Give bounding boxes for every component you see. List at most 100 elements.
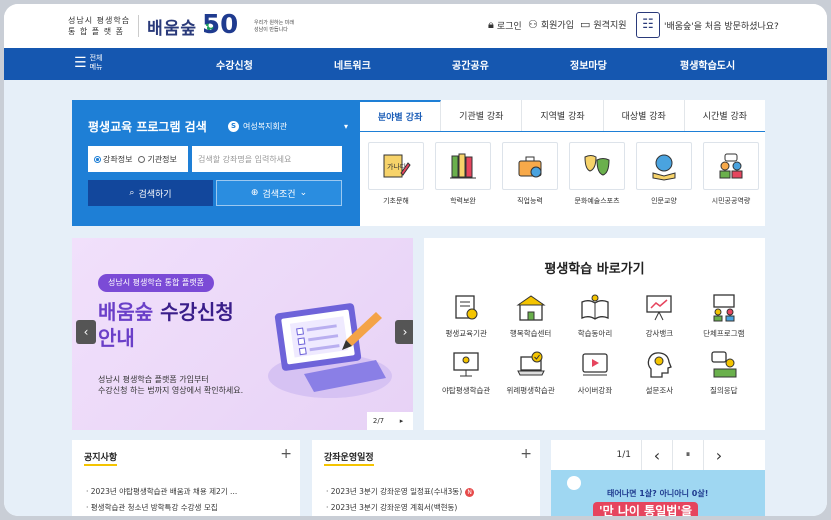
schedule-title[interactable]: 강좌운영일정	[324, 450, 374, 466]
first-visit-link[interactable]: ☷ '배움숲'을 처음 방문하셨나요?	[636, 12, 779, 38]
nav-item-course-apply[interactable]: 수강신청	[216, 57, 253, 72]
quick-link-label: 질의응답	[709, 386, 738, 395]
schedule-more-button[interactable]: +	[520, 446, 532, 462]
quick-link-label: 학습동아리	[577, 329, 613, 338]
group-lecture-icon	[713, 294, 735, 322]
signup-link[interactable]: ⚇ 회원가입	[528, 18, 574, 31]
quick-link-wirye-center[interactable]: 위례평생학습관	[498, 347, 562, 396]
radio-course-info[interactable]: 강좌정보	[94, 154, 132, 165]
quick-link-edu-institution[interactable]: 평생교육기관	[434, 290, 498, 339]
plus-icon: +	[520, 446, 532, 462]
promo-next-button[interactable]: ›	[703, 440, 734, 470]
schedule-board: 강좌운영일정 + 2023년 3분기 강좌운영 일정표(수내3동)N 2023년…	[312, 440, 540, 516]
category-basic-literacy[interactable]: 가나다 기초문해	[368, 142, 424, 206]
org-select[interactable]: S 여성복지회관 ▾	[228, 118, 348, 134]
nav-item-learning-city[interactable]: 평생학습도시	[680, 57, 735, 72]
promo-image[interactable]: 태어나면 1살? 아니아니 0살! '만 나이 통일법'을	[551, 470, 765, 516]
notice-title[interactable]: 공지사항	[84, 450, 118, 466]
category-panel: 분야별 강좌 기관별 강좌 지역별 강좌 대상별 강좌 시간별 강좌 가나다 기…	[360, 100, 765, 226]
banner-headline-a: 배움숲	[98, 300, 154, 324]
category-education-supplement[interactable]: 학력보완	[435, 142, 491, 206]
main-banner[interactable]: 성남시 평생학습 통합 플랫폼 배움숲 수강신청 안내 성남시 평생학습 플랫폼…	[72, 238, 413, 430]
quick-link-study-club[interactable]: 학습동아리	[563, 290, 627, 339]
people-chat-icon	[719, 153, 743, 179]
radio-org-label: 기관정보	[147, 154, 177, 164]
tab-by-time[interactable]: 시간별 강좌	[685, 100, 765, 131]
zoom-plus-icon: ⊕	[250, 188, 259, 198]
banner-pager-next[interactable]: ▸	[390, 412, 413, 430]
quick-link-survey[interactable]: 설문조사	[627, 347, 691, 396]
banner-prev-button[interactable]: ‹	[76, 320, 96, 344]
tab-by-field[interactable]: 분야별 강좌	[360, 100, 442, 131]
quick-link-qna[interactable]: 질의응답	[692, 347, 756, 396]
notice-more-button[interactable]: +	[280, 446, 292, 462]
category-humanities[interactable]: 인문교양	[636, 142, 692, 206]
radio-checked-icon	[94, 155, 101, 163]
category-tabs: 분야별 강좌 기관별 강좌 지역별 강좌 대상별 강좌 시간별 강좌	[360, 100, 765, 132]
radio-course-label: 강좌정보	[103, 154, 133, 164]
chevron-right-icon: ›	[402, 325, 408, 339]
category-civic-competency[interactable]: 시민공공역량	[703, 142, 759, 206]
monitor-icon: ▭	[580, 18, 591, 31]
search-input[interactable]	[192, 146, 342, 172]
search-button[interactable]: ⌕ 검색하기	[88, 180, 213, 206]
quick-link-group-program[interactable]: 단체프로그램	[692, 290, 756, 339]
banner-next-button[interactable]: ›	[395, 320, 413, 344]
quick-links-panel: 평생학습 바로가기 평생교육기관 행복학습센터 학습동아리 강사뱅크 단체프로그…	[424, 238, 765, 430]
category-culture-arts-sports[interactable]: 문화예술스포츠	[569, 142, 625, 206]
survey-head-icon	[648, 352, 673, 378]
remote-support-link[interactable]: ▭ 원격지원	[580, 18, 627, 31]
tab-by-target[interactable]: 대상별 강좌	[604, 100, 685, 131]
promo-prev-button[interactable]: ‹	[641, 440, 672, 470]
quick-link-yatap-center[interactable]: 야탑평생학습관	[434, 347, 498, 396]
category-label: 학력보완	[450, 197, 476, 205]
category-job-skill[interactable]: 직업능력	[502, 142, 558, 206]
category-label: 기초문해	[383, 197, 409, 205]
category-icon-box: 가나다	[368, 142, 424, 190]
quick-link-label: 설문조사	[645, 386, 674, 395]
quick-link-label: 야탑평생학습관	[442, 386, 491, 395]
main-content: 평생교육 프로그램 검색 S 여성복지회관 ▾ 강좌정보 기관정보 ⌕ 검색하기	[4, 80, 827, 516]
schedule-item[interactable]: 2023년 3분기 강좌운영 일정표(수내3동)N	[326, 484, 475, 500]
nav-item-network[interactable]: 네트워크	[334, 57, 371, 72]
notice-item[interactable]: 평생학습관 청소년 방학특강 수강생 모집	[86, 500, 237, 516]
promo-slider: 1/1 ‹ ⏸ › 태어나면 1살? 아니아니 0살! '만 나이 통일법'을	[551, 440, 765, 516]
signup-label: 회원가입	[540, 21, 574, 31]
site-logo[interactable]: 성남시 평생학습 통 합 플 랫 폼 배움숲 ✿	[68, 12, 217, 40]
category-icon-box	[569, 142, 625, 190]
notice-board: 공지사항 + 2023년 야탑평생학습관 배움과 채용 제2기 ... 평생학습…	[72, 440, 300, 516]
promo-text-1: 태어나면 1살? 아니아니 0살!	[607, 489, 709, 498]
schedule-item[interactable]: 2023년 3분기 강좌운영 계획서(백현동)	[326, 500, 474, 516]
nav-item-info[interactable]: 정보마당	[570, 57, 607, 72]
search-type-radios: 강좌정보 기관정보	[88, 146, 188, 172]
radio-unchecked-icon	[138, 155, 146, 163]
quick-link-happy-center[interactable]: 행복학습센터	[498, 290, 562, 339]
anniversary-caption-1: 우리가 원하는 미래	[254, 20, 294, 26]
quick-link-instructor-bank[interactable]: 강사뱅크	[627, 290, 691, 339]
laptop-check-icon	[516, 351, 545, 376]
nav-item-space-share[interactable]: 공간공유	[452, 57, 489, 72]
category-icon-box	[502, 142, 558, 190]
all-menu-button[interactable]: ☰ 전체 메뉴	[74, 54, 102, 72]
remote-label: 원격지원	[593, 21, 627, 31]
tab-by-org[interactable]: 기관별 강좌	[441, 100, 523, 131]
program-search-panel: 평생교육 프로그램 검색 S 여성복지회관 ▾ 강좌정보 기관정보 ⌕ 검색하기	[72, 100, 360, 226]
promo-pause-button[interactable]: ⏸	[672, 440, 703, 470]
category-grid: 가나다 기초문해 학력보완 직업능력 문화예술스포츠 인문교양 시민공공역량	[368, 142, 759, 206]
search-condition-label: 검색조건	[262, 189, 296, 200]
search-button-label: 검색하기	[138, 189, 172, 200]
radio-org-info[interactable]: 기관정보	[138, 154, 177, 165]
quick-link-cyber-course[interactable]: 사이버강좌	[563, 347, 627, 396]
category-icon-box	[435, 142, 491, 190]
books-icon	[450, 153, 476, 179]
banner-pill: 성남시 평생학습 통합 플랫폼	[98, 274, 214, 292]
tab-by-region[interactable]: 지역별 강좌	[522, 100, 604, 131]
briefcase-icon	[518, 156, 542, 178]
search-condition-button[interactable]: ⊕ 검색조건 ⌄	[216, 180, 342, 206]
monitor-person-icon	[453, 352, 479, 377]
login-link[interactable]: 🔒︎ 로그인	[488, 18, 522, 32]
category-label: 직업능력	[517, 197, 543, 205]
banner-desc-line-1: 성남시 평생학습 플랫폼 가입부터	[98, 375, 209, 384]
first-visit-label: '배움숲'을 처음 방문하셨나요?	[664, 21, 779, 32]
notice-item[interactable]: 2023년 야탑평생학습관 배움과 채용 제2기 ...	[86, 484, 237, 500]
